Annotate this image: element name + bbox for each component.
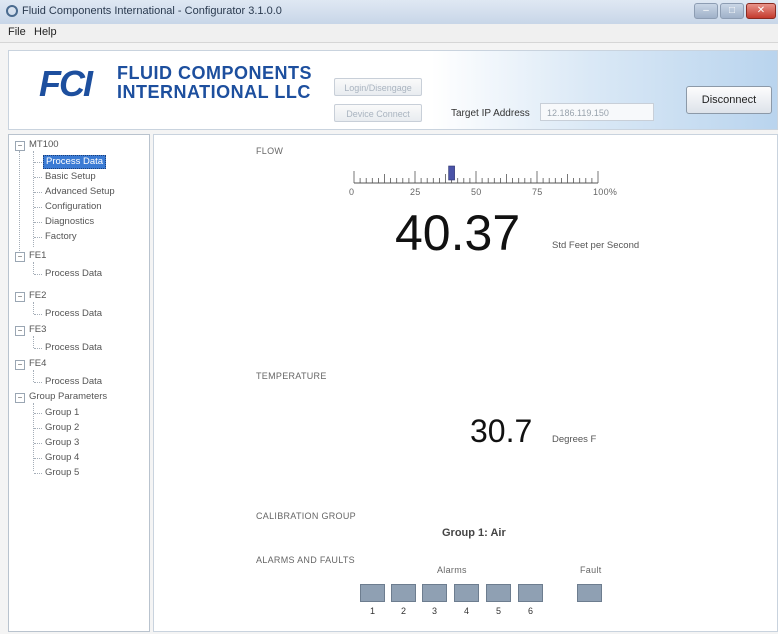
gauge-tick-100: 100% xyxy=(593,187,618,197)
menu-help[interactable]: Help xyxy=(34,26,57,38)
window-title: Fluid Components International - Configu… xyxy=(22,5,282,17)
tree-item-group-1[interactable]: Group 1 xyxy=(45,407,79,419)
alarm-indicator-4 xyxy=(454,584,479,602)
tree-item-basic-setup[interactable]: Basic Setup xyxy=(45,171,96,183)
collapse-icon[interactable]: − xyxy=(15,326,25,336)
alarm-indicator-5 xyxy=(486,584,511,602)
tree-item-fe2-process-data[interactable]: Process Data xyxy=(45,308,102,320)
tree-node-fe4[interactable]: FE4 xyxy=(29,358,46,370)
fault-indicator xyxy=(577,584,602,602)
gauge-tick-50: 50 xyxy=(471,187,482,197)
app-icon xyxy=(6,5,18,17)
device-connect-button[interactable]: Device Connect xyxy=(334,104,422,122)
tree-item-process-data[interactable]: Process Data xyxy=(43,155,107,169)
collapse-icon[interactable]: − xyxy=(15,360,25,370)
menu-file[interactable]: File xyxy=(8,26,26,38)
close-button[interactable]: ✕ xyxy=(746,3,776,19)
fault-title: Fault xyxy=(580,565,602,575)
menu-bar: File Help xyxy=(0,24,778,43)
tree-node-mt100[interactable]: MT100 xyxy=(29,139,59,151)
ip-address-field[interactable]: 12.186.119.150 xyxy=(540,103,654,121)
alarm-number-3: 3 xyxy=(431,606,437,616)
ip-address-label: Target IP Address xyxy=(451,108,530,119)
tree-item-group-2[interactable]: Group 2 xyxy=(45,422,79,434)
fci-logo: FCI xyxy=(39,63,93,104)
alarm-indicator-1 xyxy=(360,584,385,602)
flow-value: 40.37 xyxy=(395,205,521,261)
temperature-label: TEMPERATURE xyxy=(256,371,327,381)
tree-node-fe3[interactable]: FE3 xyxy=(29,324,46,336)
logo-line2: INTERNATIONAL LLC xyxy=(117,82,311,102)
alarm-indicator-6 xyxy=(518,584,543,602)
tree-node-group-parameters[interactable]: Group Parameters xyxy=(29,391,107,403)
minimize-button[interactable]: – xyxy=(694,3,718,19)
flow-label: FLOW xyxy=(256,146,284,156)
navigation-tree: − MT100 Process Data Basic Setup Advance… xyxy=(8,134,150,632)
maximize-button[interactable]: □ xyxy=(720,3,744,19)
tree-item-advanced-setup[interactable]: Advanced Setup xyxy=(45,186,115,198)
gauge-tick-0: 0 xyxy=(349,187,355,197)
collapse-icon[interactable]: − xyxy=(15,292,25,302)
tree-item-fe3-process-data[interactable]: Process Data xyxy=(45,342,102,354)
flow-gauge xyxy=(353,165,599,184)
flow-unit: Std Feet per Second xyxy=(552,240,640,251)
tree-item-group-3[interactable]: Group 3 xyxy=(45,437,79,449)
alarms-faults-label: ALARMS AND FAULTS xyxy=(256,555,355,565)
calibration-group-label: CALIBRATION GROUP xyxy=(256,511,356,521)
alarm-number-4: 4 xyxy=(463,606,469,616)
alarm-number-2: 2 xyxy=(400,606,406,616)
alarm-indicator-2 xyxy=(391,584,416,602)
collapse-icon[interactable]: − xyxy=(15,252,25,262)
tree-item-fe4-process-data[interactable]: Process Data xyxy=(45,376,102,388)
temperature-value: 30.7 xyxy=(470,413,533,449)
logo-line1: FLUID COMPONENTS xyxy=(117,63,312,83)
temperature-unit: Degrees F xyxy=(552,434,597,445)
disconnect-button[interactable]: Disconnect xyxy=(686,86,772,114)
gauge-tick-75: 75 xyxy=(532,187,543,197)
tree-item-group-4[interactable]: Group 4 xyxy=(45,452,79,464)
alarm-number-1: 1 xyxy=(369,606,375,616)
login-button[interactable]: Login/Disengage xyxy=(334,78,422,96)
alarm-indicator-3 xyxy=(422,584,447,602)
tree-item-factory[interactable]: Factory xyxy=(45,231,77,243)
alarm-number-5: 5 xyxy=(495,606,501,616)
alarm-number-6: 6 xyxy=(527,606,533,616)
gauge-needle xyxy=(448,165,455,181)
tree-item-configuration[interactable]: Configuration xyxy=(45,201,102,213)
tree-item-group-5[interactable]: Group 5 xyxy=(45,467,79,479)
gauge-tick-25: 25 xyxy=(410,187,421,197)
tree-node-fe1[interactable]: FE1 xyxy=(29,250,46,262)
tree-item-fe1-process-data[interactable]: Process Data xyxy=(45,268,102,280)
tree-item-diagnostics[interactable]: Diagnostics xyxy=(45,216,94,228)
collapse-icon[interactable]: − xyxy=(15,141,25,151)
collapse-icon[interactable]: − xyxy=(15,393,25,403)
alarms-title: Alarms xyxy=(437,565,467,575)
window-titlebar: Fluid Components International - Configu… xyxy=(0,0,778,25)
tree-node-fe2[interactable]: FE2 xyxy=(29,290,46,302)
calibration-group-value: Group 1: Air xyxy=(442,527,506,539)
